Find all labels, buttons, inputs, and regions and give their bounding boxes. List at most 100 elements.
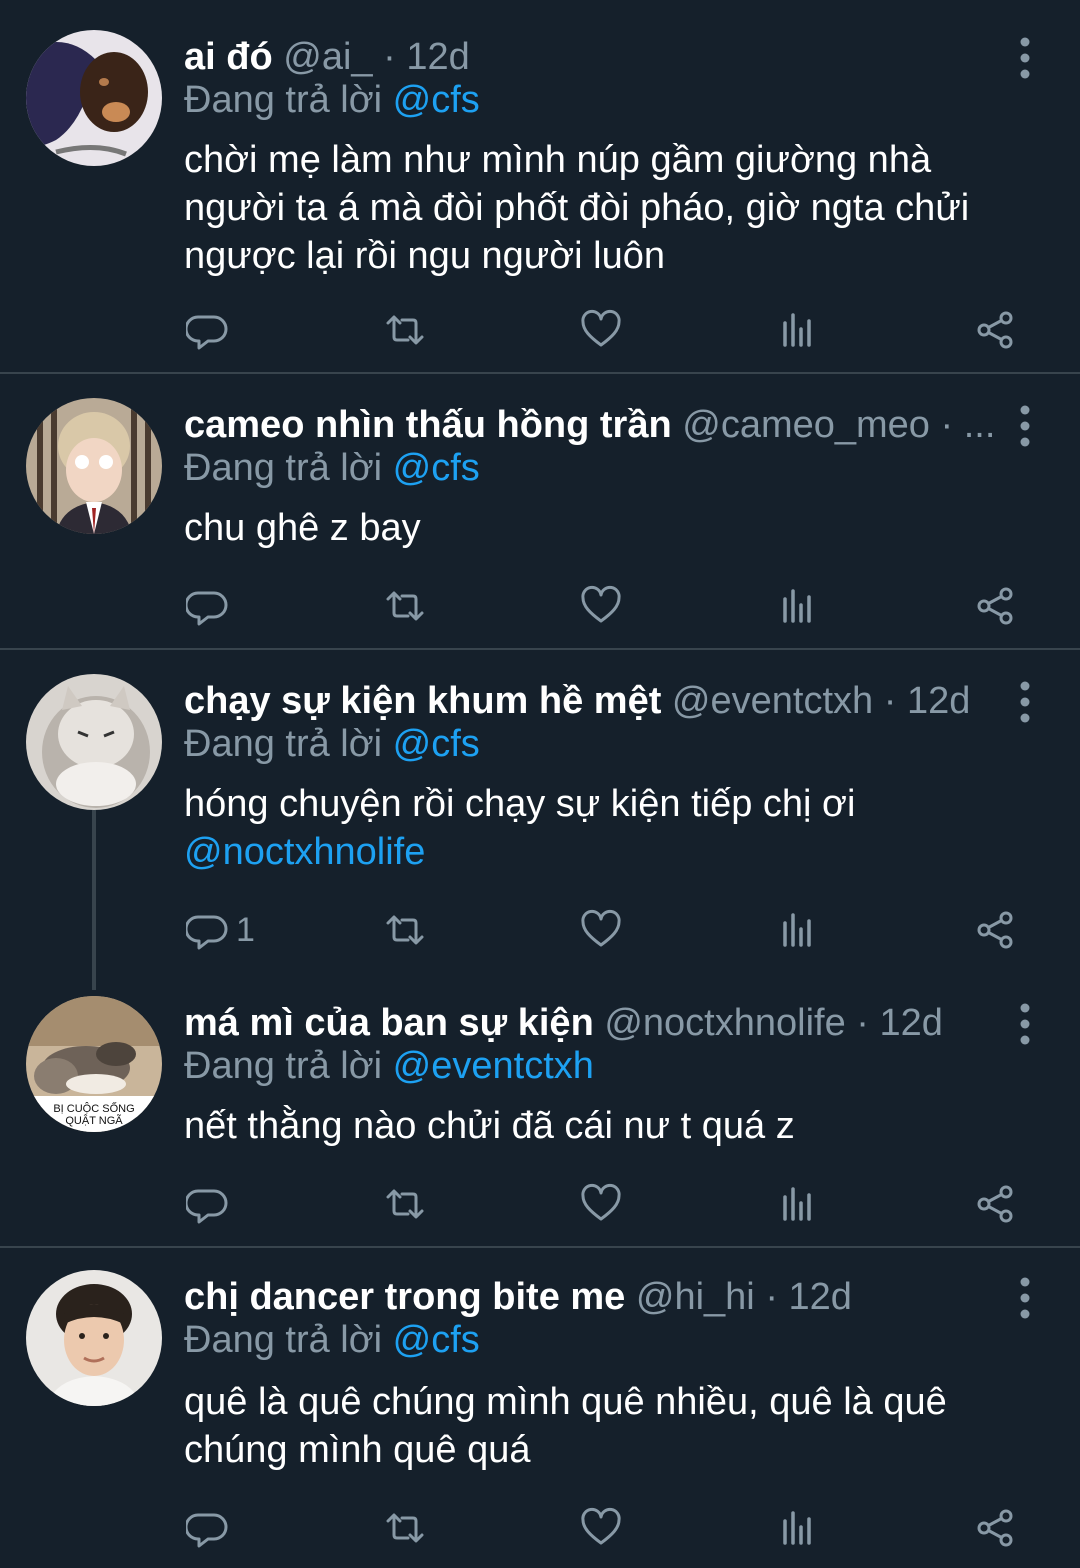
analytics-icon (776, 585, 818, 627)
reply-mention[interactable]: @eventctxh (393, 1045, 594, 1087)
action-bar (0, 300, 1080, 360)
retweet-button[interactable] (384, 1174, 426, 1234)
heart-icon (580, 909, 622, 951)
share-button[interactable] (974, 300, 1016, 360)
reply-button[interactable] (186, 1498, 228, 1558)
like-button[interactable] (580, 1174, 622, 1234)
tweet-text: hóng chuyện rồi chạy sự kiện tiếp chị ơi… (184, 780, 1034, 876)
tweet-text: nết thằng nào chửi đã cái nư t quá z (184, 1102, 1034, 1150)
avatar-caption: BỊ CUỘC SỐNG (53, 1101, 134, 1115)
heart-icon (580, 585, 622, 627)
like-button[interactable] (580, 900, 622, 960)
display-name[interactable]: má mì của ban sự kiện (184, 1002, 594, 1044)
retweet-icon (384, 1183, 426, 1225)
analytics-button[interactable] (776, 1498, 818, 1558)
analytics-button[interactable] (776, 1174, 818, 1234)
more-vertical-icon[interactable] (1010, 1276, 1040, 1320)
analytics-icon (776, 909, 818, 951)
reply-button[interactable]: 1 (186, 900, 255, 960)
replying-to: Đang trả lời @cfs (184, 444, 480, 492)
heart-icon (580, 1507, 622, 1549)
reply-icon (186, 585, 228, 627)
more-vertical-icon[interactable] (1010, 680, 1040, 724)
handle[interactable]: @ai_ (283, 36, 372, 78)
like-button[interactable] (580, 1498, 622, 1558)
display-name[interactable]: chạy sự kiện khum hề mệt (184, 680, 661, 722)
analytics-button[interactable] (776, 900, 818, 960)
tweet-line: hóng chuyện rồi chạy sự kiện tiếp chị ơi (184, 783, 856, 825)
tweet-text: quê là quê chúng mình quê nhiều, quê là … (184, 1378, 1034, 1474)
share-icon (974, 909, 1016, 951)
reply-button[interactable] (186, 576, 228, 636)
share-button[interactable] (974, 576, 1016, 636)
reply-icon (186, 1507, 228, 1549)
like-button[interactable] (580, 300, 622, 360)
action-bar (0, 1174, 1080, 1234)
reply-icon (186, 909, 228, 951)
avatar[interactable] (26, 398, 162, 534)
analytics-button[interactable] (776, 300, 818, 360)
analytics-icon (776, 309, 818, 351)
tweet-line: chu ghê z bay (184, 507, 421, 549)
action-bar (0, 1498, 1080, 1558)
display-name[interactable]: chị dancer trong bite me (184, 1276, 625, 1318)
retweet-icon (384, 585, 426, 627)
action-bar (0, 576, 1080, 636)
replying-to: Đang trả lời @cfs (184, 76, 480, 124)
share-icon (974, 309, 1016, 351)
timestamp[interactable]: 12d (406, 36, 469, 78)
avatar[interactable] (26, 1270, 162, 1406)
replying-label: Đang trả lời (184, 1045, 393, 1087)
tweet-line: chời mẹ làm như mình núp gầm giường nhà (184, 139, 932, 181)
tweet-line: quê là quê chúng mình quê nhiều, quê là … (184, 1381, 947, 1423)
timestamp[interactable]: 12d (907, 680, 970, 722)
handle[interactable]: @noctxhnolife (604, 1002, 845, 1044)
timestamp[interactable]: 12d (880, 1002, 943, 1044)
reply-count: 1 (236, 910, 255, 949)
tweet-text: chời mẹ làm như mình núp gầm giường nhà … (184, 136, 1034, 280)
display-name[interactable]: ai đó (184, 36, 273, 78)
share-button[interactable] (974, 900, 1016, 960)
replying-label: Đang trả lời (184, 723, 393, 765)
more-vertical-icon[interactable] (1010, 404, 1040, 448)
separator: · (883, 680, 897, 722)
divider (0, 648, 1080, 650)
avatar[interactable]: BỊ CUỘC SỐNG QUẬT NGÃ (26, 996, 162, 1132)
reply-mention[interactable]: @cfs (393, 723, 480, 765)
reply-button[interactable] (186, 1174, 228, 1234)
reply-button[interactable] (186, 300, 228, 360)
tweet-mention-link[interactable]: @noctxhnolife (184, 828, 1034, 876)
like-button[interactable] (580, 576, 622, 636)
reply-icon (186, 309, 228, 351)
more-vertical-icon[interactable] (1010, 36, 1040, 80)
share-icon (974, 1507, 1016, 1549)
action-bar: 1 (0, 900, 1080, 960)
reply-mention[interactable]: @cfs (393, 1319, 480, 1361)
replying-to: Đang trả lời @cfs (184, 1316, 480, 1364)
retweet-button[interactable] (384, 900, 426, 960)
more-vertical-icon[interactable] (1010, 1002, 1040, 1046)
tweet-line: chúng mình quê quá (184, 1429, 531, 1471)
timestamp[interactable]: 12d (789, 1276, 852, 1318)
handle[interactable]: @hi_hi (636, 1276, 755, 1318)
handle[interactable]: @eventctxh (672, 680, 873, 722)
reply-mention[interactable]: @cfs (393, 447, 480, 489)
retweet-icon (384, 909, 426, 951)
divider (0, 1246, 1080, 1248)
analytics-icon (776, 1507, 818, 1549)
separator: · (856, 1002, 869, 1044)
avatar[interactable] (26, 674, 162, 810)
tweet-line: ngược lại rồi ngu người luôn (184, 235, 665, 277)
handle[interactable]: @cameo_meo (682, 404, 930, 446)
reply-icon (186, 1183, 228, 1225)
share-button[interactable] (974, 1174, 1016, 1234)
retweet-button[interactable] (384, 300, 426, 360)
reply-mention[interactable]: @cfs (393, 79, 480, 121)
retweet-button[interactable] (384, 1498, 426, 1558)
display-name[interactable]: cameo nhìn thấu hồng trần (184, 404, 672, 446)
share-button[interactable] (974, 1498, 1016, 1558)
avatar[interactable] (26, 30, 162, 166)
analytics-button[interactable] (776, 576, 818, 636)
heart-icon (580, 309, 622, 351)
retweet-button[interactable] (384, 576, 426, 636)
